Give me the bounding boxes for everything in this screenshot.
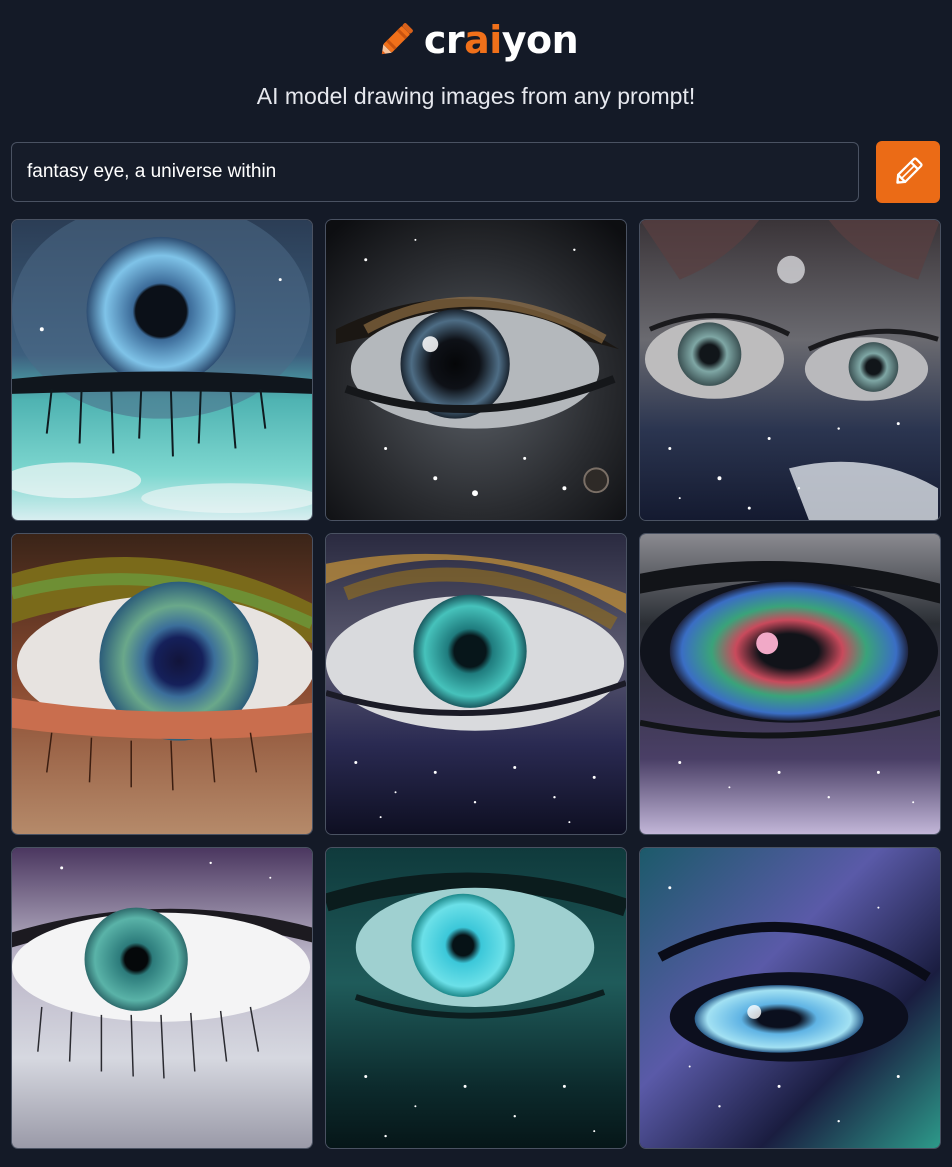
- result-image-3[interactable]: [639, 219, 941, 521]
- craiyon-page: craiyon AI model drawing images from any…: [0, 0, 952, 1167]
- result-image-4[interactable]: [11, 533, 313, 835]
- result-image-9[interactable]: [639, 847, 941, 1149]
- result-image-1[interactable]: [11, 219, 313, 521]
- subtitle: AI model drawing images from any prompt!: [256, 83, 696, 109]
- result-image-5[interactable]: [325, 533, 627, 835]
- prompt-input[interactable]: [11, 142, 859, 202]
- header: craiyon: [0, 14, 952, 66]
- draw-button[interactable]: [876, 141, 940, 203]
- result-image-6[interactable]: [639, 533, 941, 835]
- brand-wordmark: craiyon: [423, 14, 579, 66]
- results-grid: [11, 219, 941, 1149]
- brand-suffix: yon: [501, 18, 579, 62]
- pencil-icon: [896, 157, 923, 184]
- brand-accent: ai: [464, 18, 502, 62]
- logo[interactable]: craiyon: [374, 14, 579, 66]
- result-image-7[interactable]: [11, 847, 313, 1149]
- result-image-2[interactable]: [325, 219, 627, 521]
- brand-prefix: cr: [423, 18, 465, 62]
- crayon-icon: [381, 23, 413, 55]
- result-image-8[interactable]: [325, 847, 627, 1149]
